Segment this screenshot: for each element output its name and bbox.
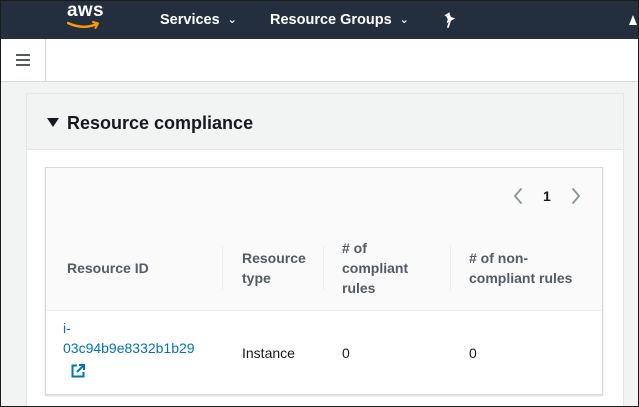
- noncompliant-rules-cell: 0: [469, 345, 477, 361]
- resource-compliance-panel: Resource compliance 1 Resource ID Resour…: [26, 93, 624, 406]
- column-header-resource-id[interactable]: Resource ID: [67, 258, 149, 278]
- compliance-table: 1 Resource ID Resource type # of complia…: [45, 167, 603, 395]
- column-separator[interactable]: [450, 246, 451, 290]
- panel-title: Resource compliance: [67, 113, 254, 133]
- resource-id-link[interactable]: i- 03c94b9e8332b1b29: [63, 318, 195, 358]
- account-icon[interactable]: [628, 13, 638, 27]
- chevron-right-icon[interactable]: [571, 188, 581, 204]
- column-header-resource-type[interactable]: Resource type: [242, 248, 306, 288]
- services-label: Services: [160, 12, 220, 28]
- resource-id-header-label: Resource ID: [67, 260, 149, 276]
- column-separator[interactable]: [323, 246, 324, 290]
- resource-groups-label: Resource Groups: [270, 12, 392, 28]
- column-header-compliant-rules[interactable]: # of compliant rules: [342, 238, 408, 298]
- panel-header[interactable]: Resource compliance: [27, 94, 623, 150]
- compliant-header-line: rules: [342, 280, 376, 296]
- column-header-noncompliant-rules[interactable]: # of non- compliant rules: [469, 248, 572, 288]
- resource-groups-menu[interactable]: Resource Groups ⌄: [270, 11, 409, 30]
- table-header-row: Resource ID Resource type # of compliant…: [46, 226, 602, 311]
- table-toolbar: 1: [46, 168, 602, 227]
- compliant-header-line: compliant: [342, 260, 409, 276]
- chevron-down-icon: ⌄: [399, 14, 409, 26]
- chevron-down-icon: ⌄: [227, 14, 237, 26]
- compliant-rules-cell: 0: [342, 345, 350, 361]
- caret-down-icon[interactable]: [47, 118, 59, 127]
- resource-id-line: i-: [63, 320, 71, 336]
- console-window: aws Services ⌄ Resource Groups ⌄ Resourc…: [0, 0, 639, 407]
- resource-type-header-line: type: [242, 270, 271, 286]
- current-page-number[interactable]: 1: [543, 188, 551, 204]
- resource-id-line: 03c94b9e8332b1b29: [63, 340, 195, 356]
- resource-type-cell: Instance: [242, 345, 295, 361]
- noncompliant-header-line: compliant rules: [469, 270, 573, 286]
- external-link-icon[interactable]: [71, 364, 85, 378]
- services-menu[interactable]: Services ⌄: [160, 11, 237, 30]
- secondary-bar: [1, 39, 638, 82]
- pin-icon[interactable]: [443, 12, 457, 28]
- hamburger-menu-icon: [16, 54, 30, 66]
- chevron-left-icon[interactable]: [513, 188, 523, 204]
- top-navigation-bar: aws Services ⌄ Resource Groups ⌄: [1, 1, 638, 39]
- noncompliant-header-line: # of non-: [469, 250, 529, 266]
- aws-logo[interactable]: aws: [67, 0, 107, 34]
- compliant-header-line: # of: [342, 240, 367, 256]
- aws-smile-icon: [67, 21, 99, 29]
- aws-logo-text: aws: [67, 0, 104, 21]
- column-separator[interactable]: [222, 246, 223, 290]
- side-navigation-toggle[interactable]: [1, 39, 46, 81]
- resource-type-header-line: Resource: [242, 250, 306, 266]
